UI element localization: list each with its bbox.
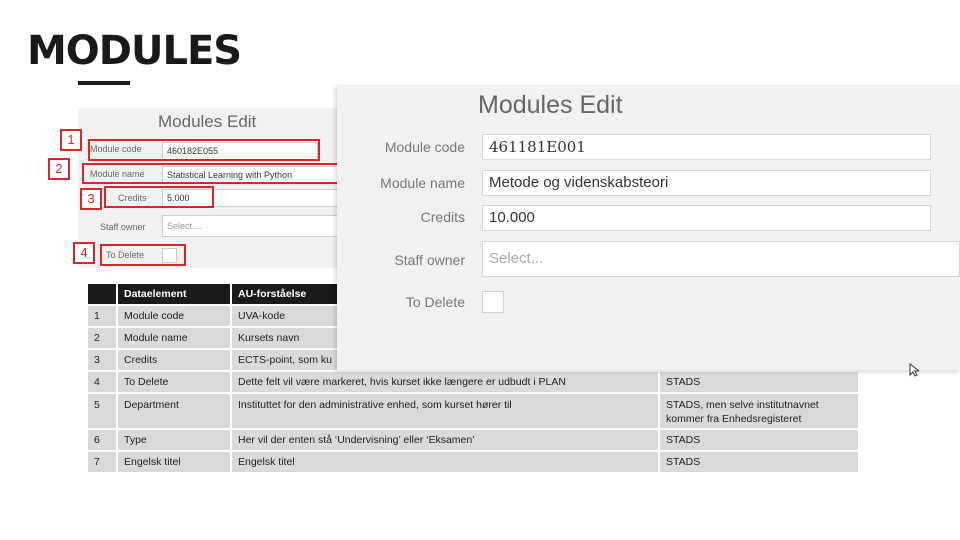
row-number: 2	[88, 328, 118, 348]
row-meaning: Dette felt vil være markeret, hvis kurse…	[232, 372, 660, 392]
row-meaning: Engelsk titel	[232, 452, 660, 472]
table-row: 5 Department Instituttet for den adminis…	[88, 394, 860, 428]
highlight-to-delete	[100, 244, 186, 266]
highlight-credits	[104, 186, 214, 208]
row-number: 4	[88, 372, 118, 392]
row-element: Module name	[118, 328, 232, 348]
row-source: STADS	[660, 430, 860, 450]
row-element: To Delete	[118, 372, 232, 392]
mouse-cursor-icon	[909, 362, 921, 380]
row-element: Department	[118, 394, 232, 428]
fg-credits-label: Credits	[420, 209, 465, 225]
row-source: STADS	[660, 372, 860, 392]
row-number: 5	[88, 394, 118, 428]
table-row: 4 To Delete Dette felt vil være markeret…	[88, 372, 860, 392]
bg-form-heading: Modules Edit	[158, 112, 257, 131]
row-element: Engelsk titel	[118, 452, 232, 472]
bg-staff-owner-label: Staff owner	[100, 222, 146, 232]
row-number: 6	[88, 430, 118, 450]
row-number: 7	[88, 452, 118, 472]
foreground-modules-edit-form: Modules Edit Module code 461181E001 Modu…	[337, 85, 960, 370]
row-element: Type	[118, 430, 232, 450]
row-element: Credits	[118, 350, 232, 370]
fg-module-name-input[interactable]: Metode og videnskabsteori	[482, 170, 931, 196]
row-element: Module code	[118, 306, 232, 326]
fg-staff-owner-select[interactable]: Select...	[482, 241, 960, 277]
marker-2: 2	[48, 158, 70, 180]
row-meaning: Instituttet for den administrative enhed…	[232, 394, 660, 428]
header-dataelement: Dataelement	[118, 284, 232, 304]
table-row: 6 Type Her vil der enten stå ‘Undervisni…	[88, 430, 860, 450]
fg-module-code-input[interactable]: 461181E001	[482, 134, 931, 160]
fg-credits-input[interactable]: 10.000	[482, 205, 931, 231]
slide-title: MODULES	[27, 28, 242, 74]
marker-1: 1	[60, 129, 82, 151]
row-source: STADS	[660, 452, 860, 472]
fg-module-name-label: Module name	[380, 175, 465, 191]
fg-to-delete-label: To Delete	[405, 294, 465, 310]
fg-module-code-label: Module code	[384, 139, 465, 155]
table-row: 7 Engelsk titel Engelsk titel STADS	[88, 452, 860, 472]
marker-4: 4	[73, 242, 95, 264]
bg-staff-owner-select[interactable]: Select....	[162, 215, 348, 237]
fg-to-delete-checkbox[interactable]	[482, 291, 504, 313]
highlight-module-name	[82, 163, 342, 184]
title-underline	[78, 81, 130, 85]
fg-form-heading: Modules Edit	[478, 91, 623, 119]
highlight-module-code	[88, 139, 320, 161]
header-number	[88, 284, 118, 304]
row-number: 3	[88, 350, 118, 370]
marker-3: 3	[80, 188, 102, 210]
fg-staff-owner-label: Staff owner	[394, 252, 465, 268]
row-meaning: Her vil der enten stå ‘Undervisning’ ell…	[232, 430, 660, 450]
row-number: 1	[88, 306, 118, 326]
row-source: STADS, men selve institutnavnet kommer f…	[660, 394, 860, 428]
